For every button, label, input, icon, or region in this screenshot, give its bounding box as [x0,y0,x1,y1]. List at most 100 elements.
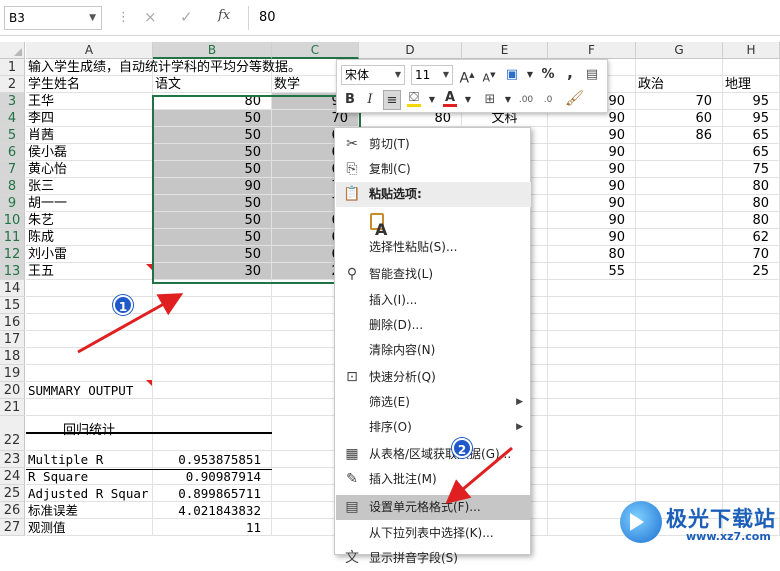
row-header-26[interactable]: 26 [0,502,25,519]
chevron-down-icon[interactable]: ▼ [89,7,96,29]
font-size-select[interactable]: 11 ▼ [411,65,453,85]
cell-h7[interactable]: 75 [723,161,780,178]
cell-g8[interactable] [636,178,723,195]
row-header-14[interactable]: 14 [0,280,25,297]
context-menu-item-15[interactable]: 文显示拼音字段(S) [336,546,531,571]
row-header-5[interactable]: 5 [0,127,25,144]
cell-g1[interactable] [636,59,723,76]
cell-g19[interactable] [636,365,723,382]
cell-b4[interactable]: 50 [153,110,272,127]
cell-a4[interactable]: 李四 [26,110,153,127]
cell-b7[interactable]: 50 [153,161,272,178]
row-header-18[interactable]: 18 [0,348,25,365]
cell-h14[interactable] [723,280,780,297]
context-menu-item-0[interactable]: ✂ 剪切(T) [336,132,531,157]
cell-h21[interactable] [723,399,780,416]
cell-g6[interactable] [636,144,723,161]
column-header-e[interactable]: E [462,42,548,59]
context-menu-item-12[interactable]: ✎ 插入批注(M) [336,467,531,492]
cell-f22[interactable] [548,416,636,451]
cell-b3[interactable]: 80 [153,93,272,110]
row-header-24[interactable]: 24 [0,468,25,485]
cell-g18[interactable] [636,348,723,365]
increase-decimal-icon[interactable]: .00 [517,90,535,110]
format-painter-icon[interactable]: 🖌 [565,88,584,108]
row-header-11[interactable]: 11 [0,229,25,246]
context-menu-item-3[interactable]: 选择性粘贴(S)... [336,235,531,260]
chevron-down-icon[interactable]: ▼ [499,90,517,110]
cell-a7[interactable]: 黄心怡 [26,161,153,178]
cell-a2[interactable]: 学生姓名 [26,76,153,93]
cell-h13[interactable]: 25 [723,263,780,280]
row-header-22[interactable]: 22 [0,416,25,451]
cell-f23[interactable] [548,451,636,468]
cell-b11[interactable]: 50 [153,229,272,246]
cell-g9[interactable] [636,195,723,212]
cell-h11[interactable]: 62 [723,229,780,246]
shrink-font-button[interactable]: A▼ [480,65,498,85]
cell-h15[interactable] [723,297,780,314]
row-header-15[interactable]: 15 [0,297,25,314]
cell-g4[interactable]: 60 [636,110,723,127]
cell-g13[interactable] [636,263,723,280]
format-painter-table-icon[interactable]: ▤ [583,65,601,85]
cell-b21[interactable] [153,399,272,416]
context-menu-item-1[interactable]: ⎘ 复制(C) [336,157,531,182]
chevron-down-icon[interactable]: ▼ [459,90,477,110]
cell-b25[interactable]: 0.899865711 [153,485,272,502]
cell-h9[interactable]: 80 [723,195,780,212]
cell-a17[interactable] [26,331,153,348]
row-header-23[interactable]: 23 [0,451,25,468]
cell-h1[interactable] [723,59,780,76]
chevron-down-icon[interactable]: ▼ [395,66,401,84]
cell-f20[interactable] [548,382,636,399]
cell-a24[interactable]: R Square [26,468,153,485]
accounting-format-icon[interactable]: ▣ [503,65,521,85]
cell-g14[interactable] [636,280,723,297]
cell-h20[interactable] [723,382,780,399]
column-header-a[interactable]: A [26,42,153,59]
chevron-down-icon[interactable]: ▼ [521,65,539,85]
cell-b2[interactable]: 语文 [153,76,272,93]
column-header-d[interactable]: D [359,42,462,59]
cell-b18[interactable] [153,348,272,365]
cell-b9[interactable]: 50 [153,195,272,212]
cell-g12[interactable] [636,246,723,263]
insert-function-icon[interactable]: fx [218,8,230,23]
cell-b19[interactable] [153,365,272,382]
cell-a21[interactable] [26,399,153,416]
row-header-21[interactable]: 21 [0,399,25,416]
row-header-10[interactable]: 10 [0,212,25,229]
cell-h5[interactable]: 65 [723,127,780,144]
row-header-6[interactable]: 6 [0,144,25,161]
name-box[interactable]: B3 ▼ [4,6,102,30]
font-name-select[interactable]: 宋体 ▼ [341,65,405,85]
row-header-2[interactable]: 2 [0,76,25,93]
row-header-17[interactable]: 17 [0,331,25,348]
cell-b8[interactable]: 90 [153,178,272,195]
context-menu-item-5[interactable]: 插入(I)... [336,288,531,313]
cell-f8[interactable]: 90 [548,178,636,195]
cell-f17[interactable] [548,331,636,348]
cell-b14[interactable] [153,280,272,297]
cell-a10[interactable]: 朱艺 [26,212,153,229]
cell-a9[interactable]: 胡一一 [26,195,153,212]
italic-button[interactable]: I [361,90,379,110]
column-header-g[interactable]: G [636,42,723,59]
context-menu-item-11[interactable]: ▦ 从表格/区域获取数据(G)... [336,442,531,467]
column-header-h[interactable]: H [723,42,780,59]
cell-h8[interactable]: 80 [723,178,780,195]
cell-a23[interactable]: Multiple R [26,451,153,468]
decrease-decimal-icon[interactable]: .0 [539,90,557,110]
cell-g20[interactable] [636,382,723,399]
row-header-13[interactable]: 13 [0,263,25,280]
cell-f15[interactable] [548,297,636,314]
cell-b26[interactable]: 4.021843832 [153,502,272,519]
cell-f12[interactable]: 80 [548,246,636,263]
cell-b5[interactable]: 50 [153,127,272,144]
cell-b16[interactable] [153,314,272,331]
cell-b13[interactable]: 30 [153,263,272,280]
cell-g5[interactable]: 86 [636,127,723,144]
cell-a14[interactable] [26,280,153,297]
cell-g23[interactable] [636,451,723,468]
